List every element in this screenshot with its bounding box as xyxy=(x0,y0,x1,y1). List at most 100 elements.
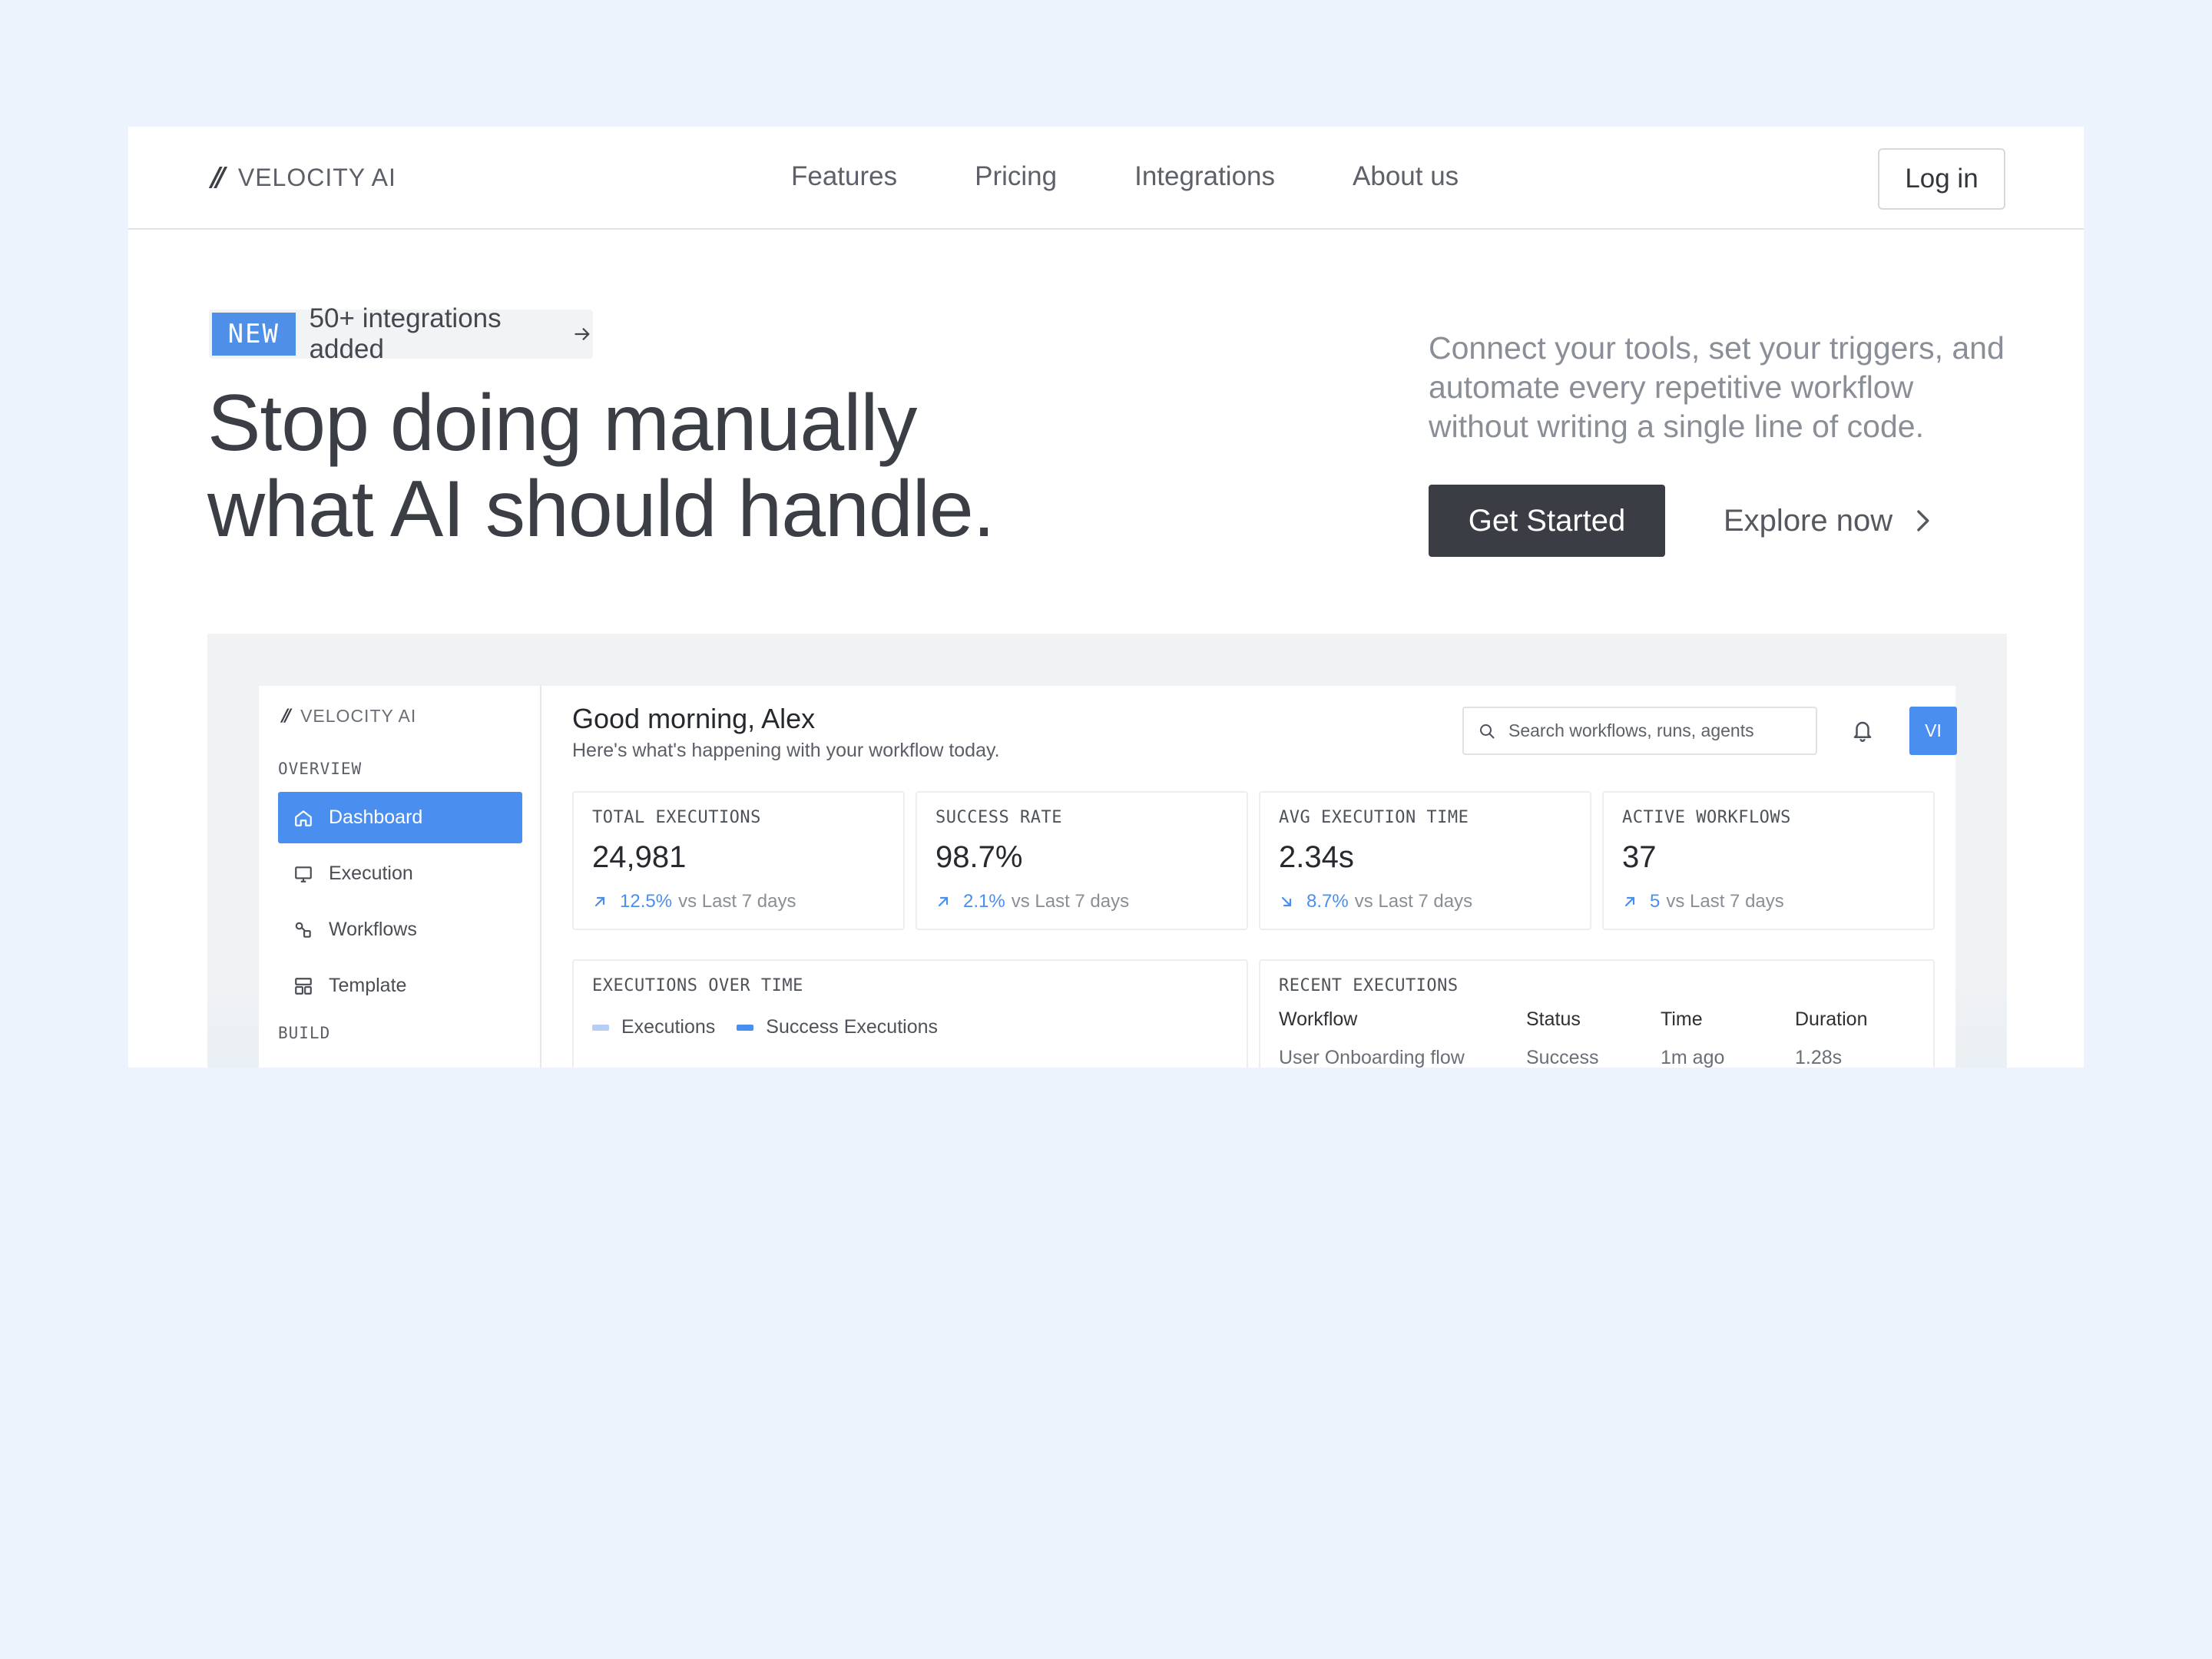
hero-title: Stop doing manually what AI should handl… xyxy=(207,380,995,552)
cell-duration: 1.28s xyxy=(1795,1047,1843,1068)
nav-link-pricing[interactable]: Pricing xyxy=(975,161,1057,192)
stat-change-suffix: vs Last 7 days xyxy=(1354,891,1473,912)
hero-title-line1: Stop doing manually xyxy=(207,379,917,468)
app-sidebar: // VELOCITY AI OVERVIEW Dashboard Execut… xyxy=(259,686,541,1068)
workflow-icon xyxy=(295,922,311,938)
trend-up-icon xyxy=(938,896,949,907)
stat-value: 37 xyxy=(1622,840,1657,874)
hero-description: Connect your tools, set your triggers, a… xyxy=(1429,330,2005,444)
app-brand-name: VELOCITY AI xyxy=(300,706,417,726)
stat-change-suffix: vs Last 7 days xyxy=(678,891,796,912)
stat-label: TOTAL EXECUTIONS xyxy=(592,808,761,827)
search-box[interactable] xyxy=(1462,707,1817,755)
stat-card-total-executions: TOTAL EXECUTIONS 24,981 12.5% vs Last 7 … xyxy=(572,791,905,930)
sidebar-item-label: Execution xyxy=(329,863,413,884)
sidebar-item-label: Workflows xyxy=(329,919,417,940)
trend-up-icon xyxy=(1624,896,1635,907)
sidebar-item-label: Template xyxy=(329,975,407,996)
chevron-right-icon xyxy=(1917,510,1929,531)
panel-title: EXECUTIONS OVER TIME xyxy=(592,976,803,995)
sidebar-section-overview: OVERVIEW xyxy=(278,760,363,778)
stat-trend: 5 vs Last 7 days xyxy=(1622,891,1784,912)
nav-link-integrations[interactable]: Integrations xyxy=(1134,161,1275,192)
cell-status: Success xyxy=(1526,1047,1599,1068)
column-header-time: Time xyxy=(1661,1008,1703,1030)
landing-page: // VELOCITY AI Features Pricing Integrat… xyxy=(128,127,2084,1068)
search-icon xyxy=(1480,724,1495,738)
home-icon xyxy=(295,810,312,826)
sidebar-item-execution[interactable]: Execution xyxy=(278,848,522,899)
stat-value: 2.34s xyxy=(1279,840,1354,874)
brand-logo[interactable]: // VELOCITY AI xyxy=(211,162,396,193)
app-brand: // VELOCITY AI xyxy=(282,706,416,727)
column-header-workflow: Workflow xyxy=(1279,1008,1358,1030)
explore-now-link[interactable]: Explore now xyxy=(1724,485,1932,557)
legend-label: Executions xyxy=(621,1016,716,1038)
app-main: Good morning, Alex Here's what's happeni… xyxy=(541,686,1957,1068)
stat-trend: 12.5% vs Last 7 days xyxy=(592,891,796,912)
app-brand-mark-icon: // xyxy=(282,707,291,726)
stat-trend: 2.1% vs Last 7 days xyxy=(935,891,1129,912)
recent-executions-panel: RECENT EXECUTIONS Workflow Status Time D… xyxy=(1259,959,1935,1068)
sidebar-item-label: Dashboard xyxy=(329,806,423,828)
stat-label: ACTIVE WORKFLOWS xyxy=(1622,808,1791,827)
new-tag: NEW xyxy=(212,313,296,356)
stat-change-pct: 8.7% xyxy=(1306,891,1349,912)
get-started-button[interactable]: Get Started xyxy=(1429,485,1665,557)
top-nav: // VELOCITY AI Features Pricing Integrat… xyxy=(128,127,2084,230)
nav-links: Features Pricing Integrations About us xyxy=(791,161,1536,192)
panel-title: RECENT EXECUTIONS xyxy=(1279,976,1459,995)
stat-trend: 8.7% vs Last 7 days xyxy=(1279,891,1472,912)
stat-card-avg-execution-time: AVG EXECUTION TIME 2.34s 8.7% vs Last 7 … xyxy=(1259,791,1591,930)
stat-card-active-workflows: ACTIVE WORKFLOWS 37 5 vs Last 7 days xyxy=(1602,791,1935,930)
table-row[interactable]: User Onboarding flow Success 1m ago 1.28… xyxy=(1279,1047,1902,1068)
bell-icon[interactable] xyxy=(1851,717,1874,743)
dashboard-preview: // VELOCITY AI OVERVIEW Dashboard Execut… xyxy=(207,634,2007,1068)
stat-change-pct: 5 xyxy=(1650,891,1661,912)
arrow-right-icon xyxy=(575,328,590,340)
column-header-duration: Duration xyxy=(1795,1008,1868,1030)
greeting-subtitle: Here's what's happening with your workfl… xyxy=(572,740,1000,761)
stat-label: AVG EXECUTION TIME xyxy=(1279,808,1469,827)
sidebar-item-template[interactable]: Template xyxy=(278,960,522,1012)
explore-now-label: Explore now xyxy=(1724,503,1893,538)
sidebar-item-dashboard[interactable]: Dashboard xyxy=(278,792,522,843)
app-window: // VELOCITY AI OVERVIEW Dashboard Execut… xyxy=(259,686,1957,1068)
table-header: Workflow Status Time Duration xyxy=(1279,1008,1902,1031)
sidebar-section-build: BUILD xyxy=(278,1024,331,1042)
stat-label: SUCCESS RATE xyxy=(935,808,1062,827)
stat-change-pct: 12.5% xyxy=(620,891,673,912)
announcement-text: 50+ integrations added xyxy=(309,303,502,364)
nav-link-features[interactable]: Features xyxy=(791,161,897,192)
sidebar-item-workflows[interactable]: Workflows xyxy=(278,904,522,955)
announcement-badge[interactable]: NEW 50+ integrations added xyxy=(209,303,593,364)
legend-item-success-executions: Success Executions xyxy=(737,1016,938,1038)
avatar[interactable]: VI xyxy=(1909,707,1957,755)
executions-chart-panel: EXECUTIONS OVER TIME Executions Success … xyxy=(572,959,1248,1068)
trend-down-icon xyxy=(1281,896,1292,907)
hero-title-line2: what AI should handle. xyxy=(207,465,995,554)
legend-swatch xyxy=(592,1024,609,1031)
monitor-icon xyxy=(295,866,312,882)
stat-change-pct: 2.1% xyxy=(963,891,1005,912)
login-button[interactable]: Log in xyxy=(1878,148,2005,210)
stat-value: 98.7% xyxy=(935,840,1023,874)
legend-item-executions: Executions xyxy=(592,1016,715,1038)
template-icon xyxy=(295,977,312,995)
stat-card-success-rate: SUCCESS RATE 98.7% 2.1% vs Last 7 days xyxy=(916,791,1248,930)
trend-up-icon xyxy=(594,896,605,907)
search-input[interactable] xyxy=(1508,720,1800,741)
legend-swatch xyxy=(737,1024,754,1031)
stat-change-suffix: vs Last 7 days xyxy=(1666,891,1784,912)
stat-value: 24,981 xyxy=(592,840,687,874)
brand-name: VELOCITY AI xyxy=(237,163,396,191)
greeting-title: Good morning, Alex xyxy=(572,703,816,734)
cell-time: 1m ago xyxy=(1661,1047,1725,1068)
brand-mark-icon: // xyxy=(211,162,226,193)
cell-workflow: User Onboarding flow xyxy=(1279,1047,1465,1068)
legend-label: Success Executions xyxy=(766,1016,939,1038)
stat-change-suffix: vs Last 7 days xyxy=(1011,891,1130,912)
chart-legend: Executions Success Executions xyxy=(592,1016,959,1038)
nav-link-about[interactable]: About us xyxy=(1353,161,1459,192)
column-header-status: Status xyxy=(1526,1008,1581,1030)
